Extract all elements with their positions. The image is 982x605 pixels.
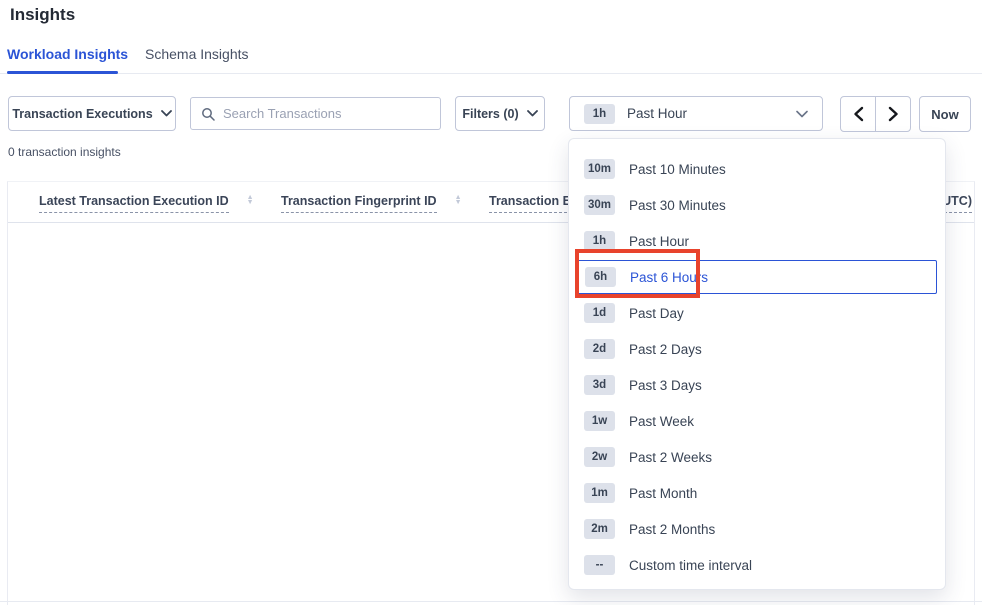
sort-icon[interactable]: ▲▼ <box>247 195 254 205</box>
menu-item-past-2-months[interactable]: 2m Past 2 Months <box>569 511 945 547</box>
menu-item-past-3-days[interactable]: 3d Past 3 Days <box>569 367 945 403</box>
now-label: Now <box>931 107 958 122</box>
sort-icon[interactable]: ▲▼ <box>455 195 462 205</box>
active-tab-underline <box>7 71 118 74</box>
filters-button[interactable]: Filters (0) <box>455 96 545 131</box>
now-button[interactable]: Now <box>919 96 971 132</box>
execution-type-select[interactable]: Transaction Executions <box>8 96 176 131</box>
menu-item-past-month[interactable]: 1m Past Month <box>569 475 945 511</box>
page-title: Insights <box>10 5 75 25</box>
search-box[interactable] <box>190 97 441 130</box>
tab-schema-insights[interactable]: Schema Insights <box>145 46 249 62</box>
time-prev-button[interactable] <box>841 97 876 131</box>
menu-item-past-30-minutes[interactable]: 30m Past 30 Minutes <box>569 187 945 223</box>
menu-item-past-hour[interactable]: 1h Past Hour <box>569 223 945 259</box>
chevron-down-icon <box>796 110 808 118</box>
menu-item-past-2-days[interactable]: 2d Past 2 Days <box>569 331 945 367</box>
insights-page: Insights Workload Insights Schema Insigh… <box>0 0 982 605</box>
chevron-down-icon <box>527 110 538 117</box>
insights-count: 0 transaction insights <box>8 145 121 159</box>
menu-item-past-2-weeks[interactable]: 2w Past 2 Weeks <box>569 439 945 475</box>
tab-workload-insights[interactable]: Workload Insights <box>7 46 128 62</box>
filters-label: Filters (0) <box>462 107 518 121</box>
search-input[interactable] <box>223 106 430 121</box>
search-icon <box>201 107 215 121</box>
menu-item-past-6-hours[interactable]: 6h Past 6 Hours <box>577 260 937 294</box>
page-bottom-divider <box>0 601 982 602</box>
time-next-button[interactable] <box>876 97 910 131</box>
time-interval-select[interactable]: 1h Past Hour <box>569 96 823 131</box>
time-interval-label: Past Hour <box>627 106 784 121</box>
tab-bar: Workload Insights Schema Insights <box>0 44 982 74</box>
menu-item-custom-time-interval[interactable]: -- Custom time interval <box>569 547 945 583</box>
execution-type-label: Transaction Executions <box>12 107 152 121</box>
column-header-txn-fingerprint-id: Transaction Fingerprint ID ▲▼ <box>281 194 462 213</box>
menu-item-past-10-minutes[interactable]: 10m Past 10 Minutes <box>569 151 945 187</box>
chevron-down-icon <box>161 110 172 117</box>
column-header-latest-txn-exec-id: Latest Transaction Execution ID ▲▼ <box>39 194 254 213</box>
time-interval-dropdown: 10m Past 10 Minutes 30m Past 30 Minutes … <box>568 138 946 590</box>
menu-item-past-day[interactable]: 1d Past Day <box>569 295 945 331</box>
menu-item-past-week[interactable]: 1w Past Week <box>569 403 945 439</box>
time-nav-group <box>840 96 911 132</box>
time-interval-badge: 1h <box>584 104 615 124</box>
